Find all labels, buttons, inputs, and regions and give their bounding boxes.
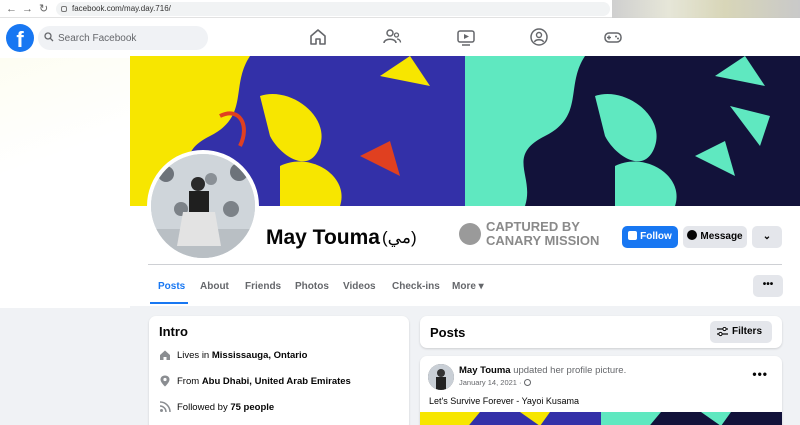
post-options-button[interactable]: ••• (752, 367, 768, 381)
tab-check-ins[interactable]: Check-ins (392, 281, 440, 292)
facebook-top-bar: f (0, 18, 800, 58)
messenger-icon (687, 230, 698, 240)
back-arrow-icon[interactable]: ← (6, 2, 17, 16)
posts-title: Posts (430, 325, 466, 340)
followed-prefix: Followed by (177, 402, 231, 413)
lives-prefix: Lives in (177, 350, 212, 361)
browser-toolbar: ← → ↻ facebook.com/may.day.716/ (0, 0, 800, 18)
active-tab-indicator (150, 302, 188, 304)
posts-header-card: Posts Filters (420, 316, 782, 348)
post-image-preview (420, 412, 782, 425)
captured-line-1: CAPTURED BY (486, 219, 580, 234)
follow-button[interactable]: Follow (622, 226, 678, 248)
captured-watermark: CAPTURED BY CANARY MISSION (459, 220, 609, 250)
message-button[interactable]: Message (683, 226, 747, 248)
groups-icon[interactable] (529, 27, 549, 47)
background-panel (0, 58, 130, 308)
tab-more[interactable]: More ▾ (452, 281, 484, 292)
browser-window-preview (612, 0, 800, 18)
tab-friends[interactable]: Friends (245, 281, 281, 292)
forward-arrow-icon[interactable]: → (22, 2, 33, 16)
site-info-icon[interactable] (61, 6, 67, 12)
followers-link[interactable]: 75 people (230, 402, 274, 413)
home-icon[interactable] (308, 27, 328, 47)
profile-photo-image (151, 154, 255, 258)
filters-icon (717, 327, 728, 337)
tab-about[interactable]: About (200, 281, 229, 292)
post-author-avatar[interactable] (428, 364, 454, 390)
watch-icon[interactable] (456, 27, 476, 47)
filters-label: Filters (732, 326, 763, 337)
reload-icon[interactable]: ↻ (39, 2, 48, 16)
post-card: May Touma updated her profile picture. J… (420, 356, 782, 425)
profile-picture[interactable] (147, 150, 259, 262)
address-bar[interactable]: facebook.com/may.day.716/ (56, 2, 610, 16)
tab-videos[interactable]: Videos (343, 281, 376, 292)
post-author-name[interactable]: May Touma (459, 365, 511, 376)
intro-title: Intro (159, 324, 188, 339)
facebook-logo[interactable]: f (6, 24, 34, 52)
location-pin-icon (160, 375, 170, 387)
tab-overflow-button[interactable]: ••• (753, 275, 783, 297)
search-box[interactable] (38, 26, 208, 50)
chevron-down-icon: ⌄ (762, 231, 772, 242)
follow-label: Follow (640, 231, 672, 242)
post-author-avatar-image (428, 364, 454, 390)
profile-name: May Touma (266, 226, 380, 249)
from-link[interactable]: Abu Dhabi, United Arab Emirates (202, 376, 351, 387)
intro-card: Intro Lives in Mississauga, Ontario From… (149, 316, 409, 425)
tab-photos[interactable]: Photos (295, 281, 329, 292)
rss-followers-icon (159, 401, 171, 413)
tabs-divider (148, 264, 782, 265)
filters-button[interactable]: Filters (710, 321, 772, 343)
post-date-text[interactable]: January 14, 2021 · (459, 378, 524, 387)
post-image[interactable] (420, 412, 782, 425)
lives-link[interactable]: Mississauga, Ontario (212, 350, 308, 361)
canary-mission-logo-icon (459, 223, 481, 245)
profile-alternate-name: (مي) (382, 228, 417, 247)
url-text: facebook.com/may.day.716/ (72, 4, 171, 13)
globe-icon (523, 379, 531, 386)
from-prefix: From (177, 376, 202, 387)
post-date: January 14, 2021 · (459, 378, 531, 387)
captured-line-2: CANARY MISSION (486, 233, 600, 248)
more-options-button[interactable]: ⌄ (752, 226, 782, 248)
tab-posts[interactable]: Posts (158, 281, 185, 292)
follow-icon (628, 231, 638, 240)
home-icon (160, 350, 170, 360)
post-header-line: May Touma updated her profile picture. (459, 365, 626, 376)
gaming-icon[interactable] (603, 27, 623, 47)
search-input[interactable] (58, 26, 203, 50)
friends-icon[interactable] (382, 27, 402, 47)
post-text: Let's Survive Forever - Yayoi Kusama (429, 396, 579, 406)
post-action-text: updated her profile picture. (510, 365, 627, 376)
message-label: Message (700, 231, 743, 242)
search-icon (44, 32, 54, 42)
